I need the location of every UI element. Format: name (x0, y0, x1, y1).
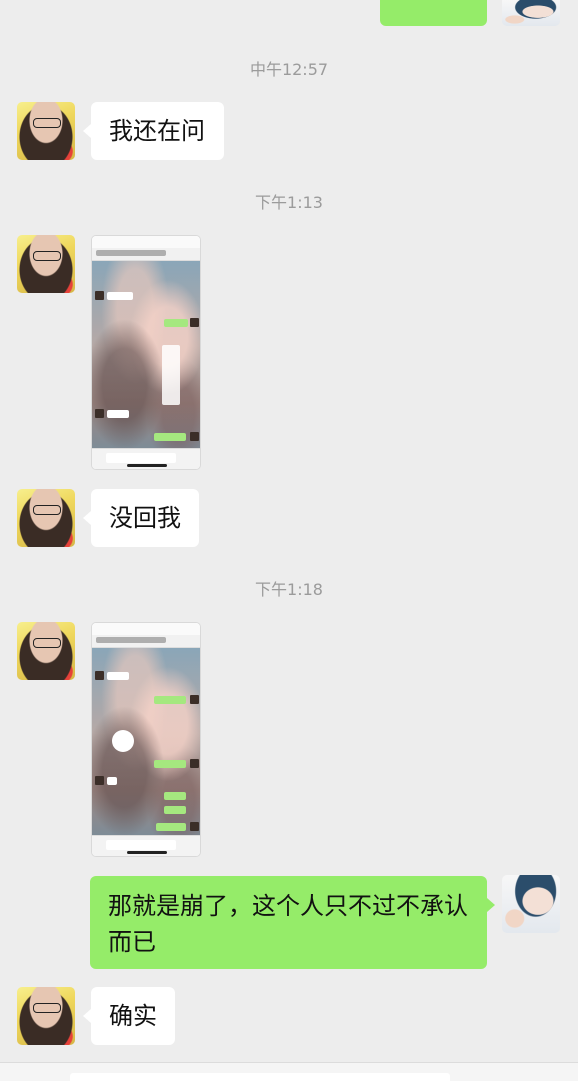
timestamp: 下午1:18 (255, 580, 323, 599)
message-bubble[interactable]: 没回我 (83, 489, 199, 547)
timestamp: 中午12:57 (249, 60, 329, 79)
contact-avatar[interactable] (17, 987, 75, 1045)
timestamp: 下午1:13 (255, 193, 323, 212)
input-bar (0, 1062, 578, 1081)
my-avatar-partial[interactable] (502, 0, 560, 26)
contact-avatar[interactable] (17, 235, 75, 293)
outgoing-bubble-partial[interactable] (380, 0, 487, 26)
contact-avatar[interactable] (17, 102, 75, 160)
contact-avatar[interactable] (17, 622, 75, 680)
contact-avatar[interactable] (17, 489, 75, 547)
message-bubble-outgoing[interactable]: 那就是崩了，这个人只不过不承认而已 (90, 876, 495, 969)
message-bubble[interactable]: 确实 (83, 987, 175, 1045)
image-message[interactable] (91, 235, 201, 470)
my-avatar[interactable] (502, 875, 560, 933)
message-bubble[interactable]: 我还在问 (83, 102, 224, 160)
image-message[interactable] (91, 622, 201, 857)
